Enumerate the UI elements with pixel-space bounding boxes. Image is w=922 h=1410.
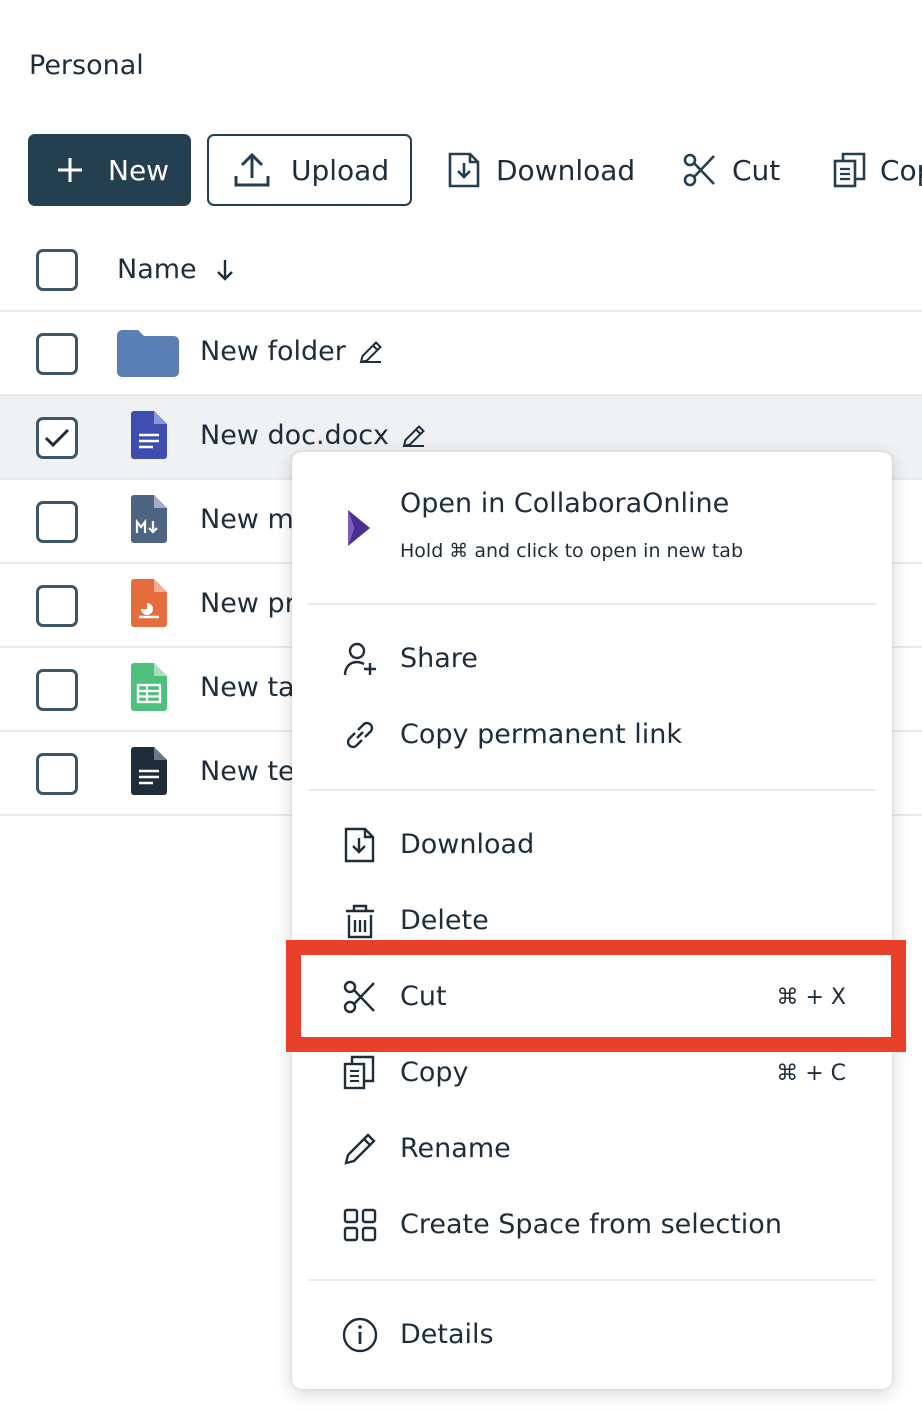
file-name[interactable]: New folder: [200, 336, 346, 367]
name-column-header[interactable]: Name: [117, 254, 235, 285]
menu-item-create-space[interactable]: Create Space from selection: [292, 1195, 892, 1255]
create-space-label: Create Space from selection: [400, 1209, 782, 1240]
context-menu: Open in CollaboraOnline Hold ⌘ and click…: [292, 452, 892, 1389]
table-header: Name: [0, 228, 922, 312]
delete-label: Delete: [400, 905, 489, 936]
copy-icon: [833, 152, 866, 188]
plus-icon: [58, 158, 82, 182]
download-label: Download: [496, 153, 636, 187]
copy-link-label: Copy permanent link: [400, 719, 683, 750]
new-label: New: [108, 153, 170, 187]
collabora-icon: [348, 510, 370, 546]
menu-divider: [308, 789, 876, 791]
file-name[interactable]: New pr: [200, 588, 296, 619]
copy-shortcut: ⌘ + C: [776, 1061, 846, 1086]
select-all-checkbox[interactable]: [36, 249, 78, 291]
file-name[interactable]: New ta: [200, 672, 295, 703]
menu-item-share[interactable]: Share: [292, 629, 892, 689]
pencil-icon[interactable]: [401, 423, 427, 449]
open-collabora-hint: Hold ⌘ and click to open in new tab: [400, 540, 744, 562]
download-button[interactable]: Download: [446, 134, 635, 206]
arrow-down-icon: [216, 259, 233, 281]
link-icon: [346, 721, 374, 749]
file-name[interactable]: New te: [200, 756, 295, 787]
info-icon: [342, 1317, 378, 1353]
menu-item-copy-permanent-link[interactable]: Copy permanent link: [292, 705, 892, 765]
spreadsheet-file-icon: [131, 663, 167, 711]
upload-icon: [234, 152, 270, 187]
text-file-icon: [131, 747, 167, 795]
pencil-icon: [344, 1133, 376, 1165]
copy-button[interactable]: Copy: [832, 134, 922, 206]
open-collabora-label: Open in CollaboraOnline: [400, 488, 730, 519]
menu-item-details[interactable]: Details: [292, 1305, 892, 1365]
new-button[interactable]: New: [28, 134, 191, 206]
row-checkbox[interactable]: [36, 333, 78, 375]
menu-item-rename[interactable]: Rename: [292, 1119, 892, 1179]
download-icon: [344, 827, 375, 863]
checkmark-icon: [44, 428, 70, 448]
upload-label: Upload: [291, 153, 390, 187]
menu-item-copy[interactable]: Copy ⌘ + C: [292, 1043, 892, 1103]
share-user-icon: [343, 642, 376, 676]
scissors-icon: [683, 153, 715, 187]
upload-button[interactable]: Upload: [207, 134, 412, 206]
row-checkbox-checked[interactable]: [36, 417, 78, 459]
copy-label: Copy: [880, 153, 922, 187]
presentation-file-icon: [131, 579, 167, 627]
markdown-file-icon: [131, 495, 167, 543]
copy-label: Copy: [400, 1057, 469, 1088]
cut-highlight-box: [286, 940, 906, 1052]
folder-icon: [117, 330, 179, 377]
copy-icon: [343, 1055, 375, 1090]
rename-label: Rename: [400, 1133, 511, 1164]
trash-icon: [346, 904, 374, 939]
cut-button[interactable]: Cut: [682, 134, 780, 206]
details-label: Details: [400, 1319, 494, 1350]
menu-item-open-collabora[interactable]: Open in CollaboraOnline Hold ⌘ and click…: [292, 476, 892, 586]
table-row[interactable]: New folder: [0, 312, 922, 396]
row-checkbox[interactable]: [36, 669, 78, 711]
row-checkbox[interactable]: [36, 753, 78, 795]
breadcrumb[interactable]: Personal: [29, 50, 144, 81]
toolbar: New Upload Download Cut Copy: [28, 134, 922, 206]
docx-file-icon: [131, 411, 167, 459]
pencil-icon[interactable]: [358, 339, 384, 365]
grid-icon: [343, 1208, 377, 1242]
menu-divider: [308, 603, 876, 605]
menu-divider: [308, 1279, 876, 1281]
name-header-label: Name: [117, 254, 197, 285]
share-label: Share: [400, 643, 478, 674]
download-label: Download: [400, 829, 535, 860]
download-icon: [448, 152, 480, 188]
row-checkbox[interactable]: [36, 501, 78, 543]
row-checkbox[interactable]: [36, 585, 78, 627]
cut-label: Cut: [732, 153, 781, 187]
menu-item-download[interactable]: Download: [292, 815, 892, 875]
file-name[interactable]: New doc.docx: [200, 420, 389, 451]
